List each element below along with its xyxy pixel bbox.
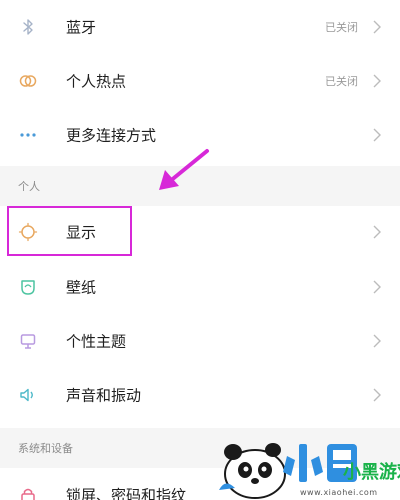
section-header-personal: 个人 (0, 166, 400, 206)
settings-row-themes[interactable]: 个性主题 (0, 314, 400, 368)
watermark-url: www.xiaohei.com (300, 488, 378, 497)
settings-row-label: 蓝牙 (66, 18, 97, 37)
settings-row-label: 个性主题 (66, 332, 127, 351)
settings-row-label: 个人热点 (66, 72, 127, 91)
chevron-right-icon (372, 20, 382, 34)
chevron-right-icon (372, 225, 382, 239)
settings-row-wallpaper[interactable]: 壁纸 (0, 260, 400, 314)
status-text: 已关闭 (325, 75, 358, 88)
settings-row-bluetooth[interactable]: 蓝牙 已关闭 (0, 0, 400, 54)
chevron-right-icon (372, 128, 382, 142)
settings-row-label: 显示 (66, 223, 97, 242)
status-text: 已关闭 (325, 21, 358, 34)
hotspot-icon (18, 71, 38, 91)
section-title: 个人 (18, 180, 40, 193)
settings-row-sound[interactable]: 声音和振动 (0, 368, 400, 422)
chevron-right-icon (372, 334, 382, 348)
settings-row-display[interactable]: 显示 (0, 206, 400, 258)
wallpaper-icon (18, 277, 38, 297)
sound-icon (18, 385, 38, 405)
chevron-right-icon (372, 74, 382, 88)
more-dots-icon (18, 125, 38, 145)
settings-row-label: 壁纸 (66, 278, 97, 297)
section-header-system: 系统和设备 (0, 428, 400, 468)
settings-row-label: 声音和振动 (66, 386, 142, 405)
display-icon (18, 222, 38, 242)
lock-icon (18, 485, 38, 500)
settings-row-label: 锁屏、密码和指纹 (66, 486, 187, 500)
settings-screen: 蓝牙 已关闭 个人热点 已关闭 更多连接方式 个人 显示 壁纸 个性主题 声音和… (0, 0, 400, 500)
settings-row-label: 更多连接方式 (66, 126, 157, 145)
theme-icon (18, 331, 38, 351)
chevron-right-icon (372, 280, 382, 294)
bluetooth-icon (18, 17, 38, 37)
settings-row-more-connections[interactable]: 更多连接方式 (0, 108, 400, 162)
chevron-right-icon (372, 388, 382, 402)
settings-row-hotspot[interactable]: 个人热点 已关闭 (0, 54, 400, 108)
section-title: 系统和设备 (18, 442, 73, 455)
